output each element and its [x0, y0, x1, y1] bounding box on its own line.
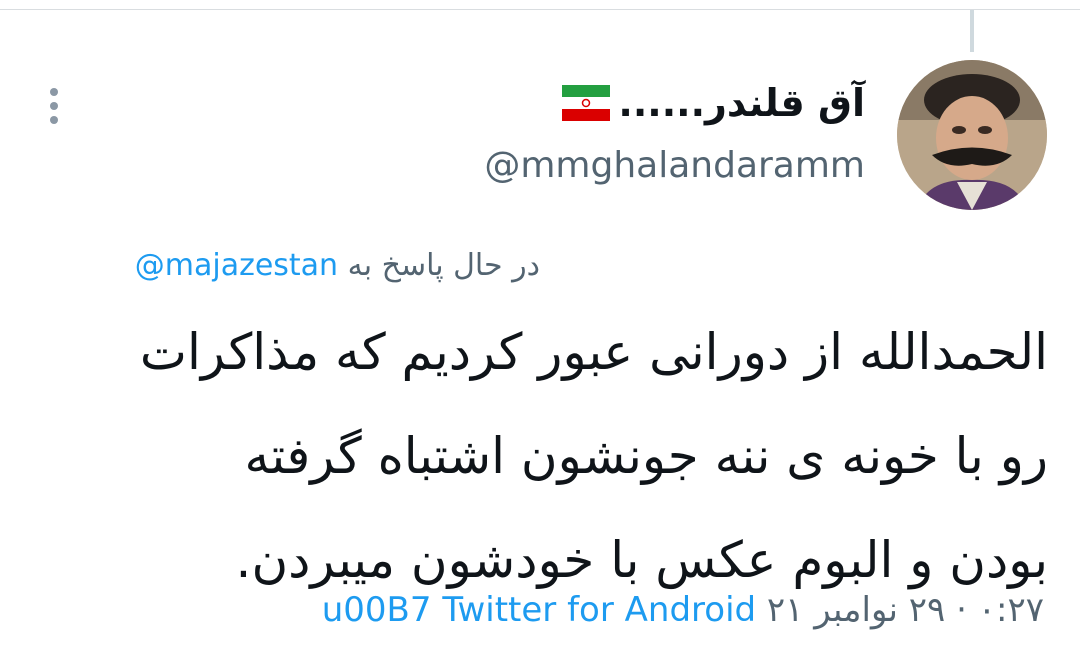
tweet-source-link[interactable]: u00B7 Twitter for Android: [322, 590, 756, 630]
tweet-date[interactable]: ۲۹ نوامبر ۲۱: [767, 590, 945, 630]
tweet-meta: ۰:۲۷ · ۲۹ نوامبر ۲۱ u00B7 Twitter for An…: [322, 590, 1044, 630]
replying-to-prefix: در حال پاسخ به: [347, 248, 540, 283]
tweet-time[interactable]: ۰:۲۷: [978, 590, 1044, 630]
avatar[interactable]: [897, 60, 1047, 210]
replying-to-handle-link[interactable]: @majazestan: [135, 248, 338, 283]
iran-flag-icon: [562, 85, 611, 121]
thread-connector-line: [970, 10, 974, 52]
tweet-text: الحمدالله از دورانی عبور کردیم که مذاکرا…: [40, 300, 1048, 612]
meta-separator: ·: [956, 590, 967, 630]
more-vertical-icon[interactable]: [40, 82, 70, 130]
source-separator: u00B7: [321, 590, 432, 630]
avatar-image: [897, 60, 1047, 210]
tweet-text-line: الحمدالله از دورانی عبور کردیم که مذاکرا…: [139, 323, 1048, 381]
display-name-text: آق قلندر......: [618, 81, 865, 125]
author-display-name[interactable]: آق قلندر......: [562, 78, 865, 128]
tweet-text-line: رو با خونه ی ننه جونشون اشتباه گرفته: [244, 427, 1049, 485]
author-handle[interactable]: @mmghalandaramm: [484, 145, 865, 186]
replying-to: در حال پاسخ به @majazestan: [135, 248, 540, 283]
top-divider: [0, 9, 1080, 10]
source-label: Twitter for Android: [442, 590, 757, 630]
